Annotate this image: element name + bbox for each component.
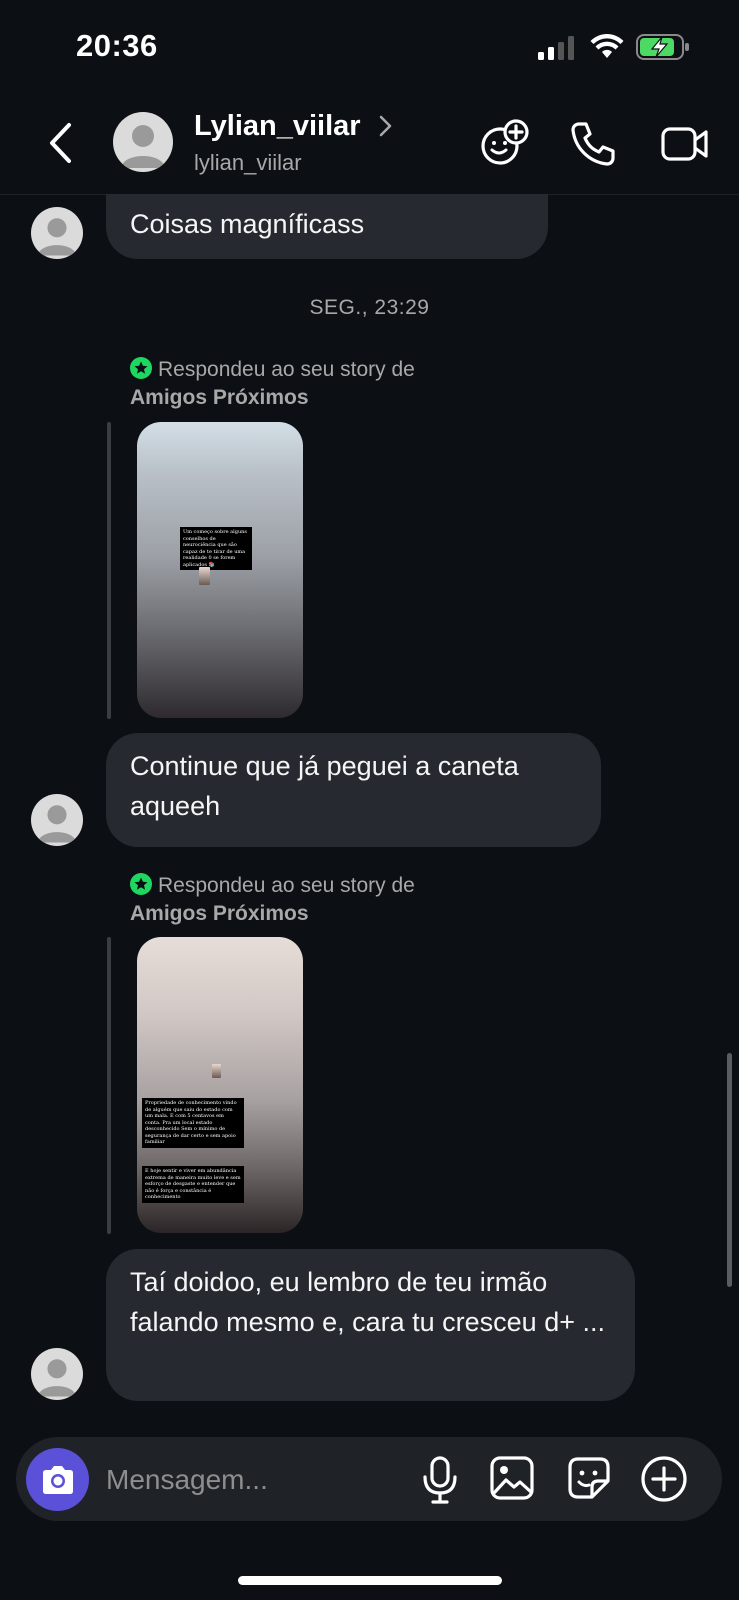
close-friends-label: Amigos Próximos	[130, 386, 309, 409]
story-preview[interactable]: Um começo sobre alguns conselhos de neur…	[137, 422, 303, 718]
status-time: 20:36	[76, 28, 158, 63]
contact-avatar[interactable]	[113, 112, 173, 172]
chevron-right-icon[interactable]	[378, 113, 394, 139]
game-controller-icon[interactable]	[480, 118, 530, 168]
scrollbar[interactable]	[727, 1053, 732, 1287]
back-button[interactable]	[40, 118, 80, 168]
default-avatar-icon	[37, 805, 77, 843]
default-avatar-icon	[37, 218, 77, 256]
chevron-left-icon	[50, 123, 71, 163]
message-text: Continue que já peguei a caneta aqueeh	[130, 751, 519, 821]
message-bubble[interactable]: Continue que já peguei a caneta aqueeh	[106, 733, 601, 847]
sender-avatar[interactable]	[31, 207, 83, 259]
wifi-icon	[590, 34, 624, 58]
story-caption: Um começo sobre alguns conselhos de neur…	[180, 527, 252, 570]
message-bubble[interactable]: Coisas magníficass	[106, 194, 548, 259]
video-camera-icon[interactable]	[660, 120, 710, 168]
contact-username: lylian_viilar	[194, 150, 302, 175]
quote-bar	[107, 937, 111, 1234]
date-separator: SEG., 23:29	[309, 296, 430, 319]
close-friends-label: Amigos Próximos	[130, 902, 309, 925]
story-reply-label: Respondeu ao seu story de Amigos Próximo…	[130, 873, 415, 925]
message-input[interactable]	[106, 1458, 396, 1502]
cellular-signal-icon	[538, 36, 574, 60]
plus-circle-icon[interactable]	[640, 1455, 688, 1503]
sender-avatar[interactable]	[31, 1348, 83, 1400]
close-friends-star-icon	[130, 873, 152, 895]
story-reply-label: Respondeu ao seu story de Amigos Próximo…	[130, 357, 415, 409]
contact-display-name[interactable]: Lylian_viilar	[194, 110, 361, 143]
story-preview[interactable]: Propriedade de conhecimento vindo de alg…	[137, 937, 303, 1233]
story-photo-thumbnail	[199, 567, 210, 585]
default-avatar-icon	[121, 125, 165, 168]
microphone-icon[interactable]	[420, 1455, 460, 1505]
battery-charging-icon	[636, 34, 689, 60]
sender-avatar[interactable]	[31, 794, 83, 846]
camera-button[interactable]	[26, 1448, 89, 1511]
sticker-icon[interactable]	[566, 1455, 612, 1501]
story-caption: E hoje sentir e viver em abundância extr…	[142, 1166, 244, 1203]
phone-icon[interactable]	[569, 120, 617, 168]
story-photo-thumbnail	[212, 1064, 221, 1078]
message-bubble[interactable]: Taí doidoo, eu lembro de teu irmão falan…	[106, 1249, 635, 1401]
camera-icon	[42, 1465, 73, 1494]
quote-bar	[107, 422, 111, 719]
story-caption: Propriedade de conhecimento vindo de alg…	[142, 1098, 244, 1148]
home-indicator	[238, 1576, 502, 1585]
close-friends-star-icon	[130, 357, 152, 379]
image-icon[interactable]	[489, 1455, 535, 1501]
message-text: Taí doidoo, eu lembro de teu irmão falan…	[130, 1267, 605, 1337]
default-avatar-icon	[37, 1359, 77, 1397]
message-text: Coisas magníficass	[130, 209, 365, 239]
